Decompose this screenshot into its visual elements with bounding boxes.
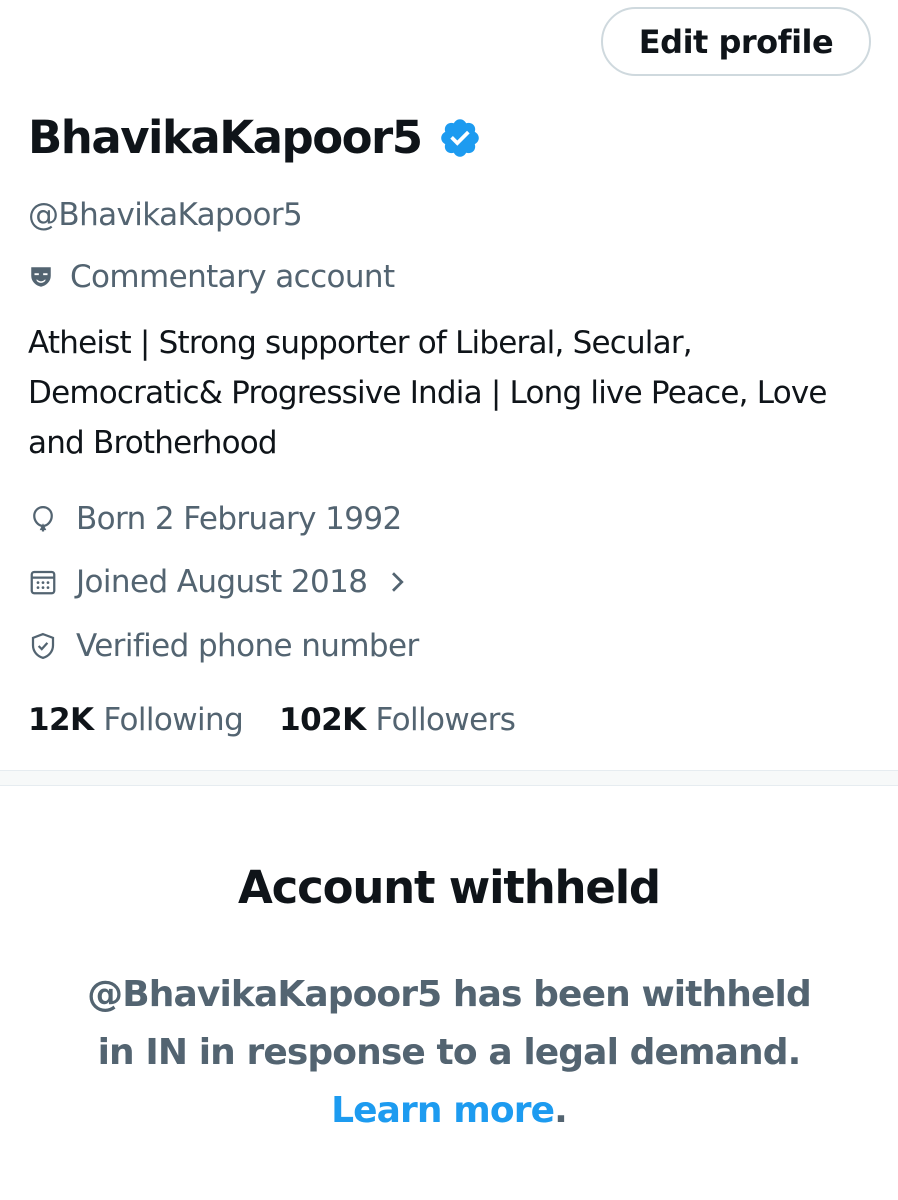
following-link[interactable]: 12K Following xyxy=(28,702,244,738)
followers-label: Followers xyxy=(375,702,516,738)
following-count: 12K xyxy=(28,702,94,738)
calendar-icon xyxy=(30,570,56,595)
withheld-line-1: @BhavikaKapoor5 has been withheld xyxy=(87,974,812,1015)
profile-name-row: BhavikaKapoor5 xyxy=(28,108,482,168)
profile-bio: Atheist | Strong supporter of Liberal, S… xyxy=(28,325,828,461)
follow-stats: 12K Following 102K Followers xyxy=(28,698,516,742)
account-label-row[interactable]: Commentary account xyxy=(28,256,395,298)
joined-row[interactable]: Joined August 2018 xyxy=(28,560,409,604)
withheld-message: @BhavikaKapoor5 has been withheld in IN … xyxy=(0,966,898,1140)
withheld-line-3: Learn more. xyxy=(0,1082,898,1140)
followers-link[interactable]: 102K Followers xyxy=(279,702,516,738)
withheld-period: . xyxy=(554,1090,568,1131)
birthday-row: Born 2 February 1992 xyxy=(28,497,402,541)
chevron-right-icon[interactable] xyxy=(387,567,409,597)
theater-mask-icon xyxy=(31,267,51,287)
balloon-icon xyxy=(33,505,53,532)
display-name: BhavikaKapoor5 xyxy=(28,111,423,164)
section-divider xyxy=(0,770,898,786)
account-label: Commentary account xyxy=(70,259,395,295)
withheld-title: Account withheld xyxy=(238,861,661,914)
following-label: Following xyxy=(103,702,244,738)
profile-handle: @BhavikaKapoor5 xyxy=(28,197,303,233)
born-date: Born 2 February 1992 xyxy=(76,501,402,537)
verified-phone-text: Verified phone number xyxy=(76,628,419,664)
verified-badge-icon[interactable] xyxy=(438,116,482,160)
followers-count: 102K xyxy=(279,702,366,738)
withheld-line-2: in IN in response to a legal demand. xyxy=(97,1032,802,1073)
shield-check-icon xyxy=(31,632,55,660)
verified-phone-row: Verified phone number xyxy=(28,624,419,668)
joined-date: Joined August 2018 xyxy=(76,564,368,600)
learn-more-link[interactable]: Learn more xyxy=(331,1090,555,1131)
edit-profile-button[interactable]: Edit profile xyxy=(601,7,871,76)
